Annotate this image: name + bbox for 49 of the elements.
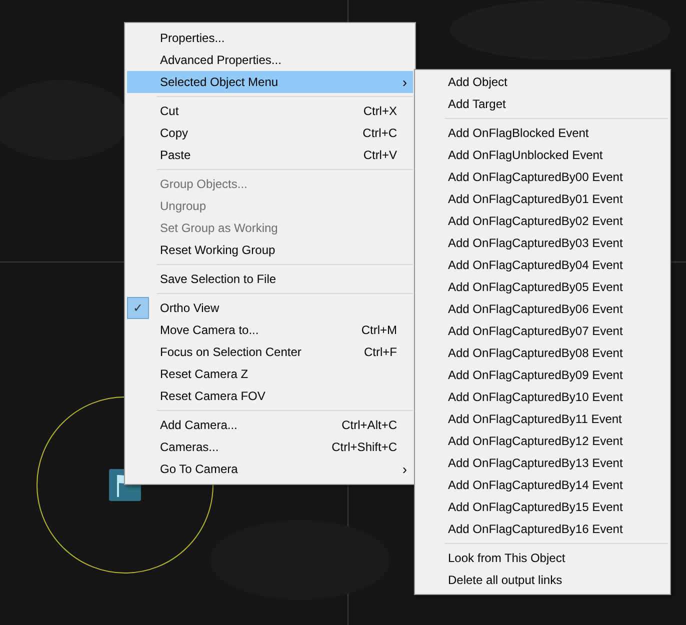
- menu-item[interactable]: Reset Camera FOV: [127, 385, 413, 407]
- menu-item[interactable]: Add OnFlagCapturedBy12 Event: [417, 430, 668, 452]
- menu-item[interactable]: Move Camera to... Ctrl+M: [127, 319, 413, 341]
- menu-item[interactable]: Cameras... Ctrl+Shift+C: [127, 436, 413, 458]
- menu-item[interactable]: Add OnFlagCapturedBy04 Event: [417, 254, 668, 276]
- menu-item[interactable]: Add OnFlagCapturedBy16 Event: [417, 518, 668, 540]
- menu-item[interactable]: Add OnFlagUnblocked Event: [417, 144, 668, 166]
- shortcut-text: Ctrl+X: [363, 104, 397, 118]
- menu-item[interactable]: Add OnFlagCapturedBy10 Event: [417, 386, 668, 408]
- menu-item[interactable]: Reset Working Group: [127, 239, 413, 261]
- menu-item[interactable]: Go To Camera ›: [127, 458, 413, 480]
- menu-item[interactable]: Add OnFlagCapturedBy11 Event: [417, 408, 668, 430]
- menu-item[interactable]: Add OnFlagCapturedBy05 Event: [417, 276, 668, 298]
- menu-item[interactable]: Add OnFlagCapturedBy15 Event: [417, 496, 668, 518]
- menu-item[interactable]: Delete all output links: [417, 569, 668, 591]
- menu-item[interactable]: Look from This Object: [417, 547, 668, 569]
- menu-item[interactable]: Add OnFlagCapturedBy01 Event: [417, 188, 668, 210]
- menu-item[interactable]: Cut Ctrl+X: [127, 100, 413, 122]
- menu-item[interactable]: Add OnFlagCapturedBy09 Event: [417, 364, 668, 386]
- shortcut-text: Ctrl+C: [362, 126, 397, 140]
- shortcut-text: Ctrl+Shift+C: [332, 440, 397, 454]
- menu-item[interactable]: Add OnFlagCapturedBy13 Event: [417, 452, 668, 474]
- menu-item[interactable]: Add OnFlagCapturedBy03 Event: [417, 232, 668, 254]
- menu-item[interactable]: Add Target: [417, 93, 668, 115]
- submenu-arrow-icon: ›: [402, 461, 407, 477]
- menu-item[interactable]: Reset Camera Z: [127, 363, 413, 385]
- menu-item[interactable]: Advanced Properties...: [127, 49, 413, 71]
- menu-item[interactable]: Paste Ctrl+V: [127, 144, 413, 166]
- menu-item[interactable]: Properties...: [127, 27, 413, 49]
- menu-item[interactable]: Add OnFlagCapturedBy06 Event: [417, 298, 668, 320]
- menu-item[interactable]: Add OnFlagCapturedBy07 Event: [417, 320, 668, 342]
- menu-item[interactable]: Add Object: [417, 71, 668, 93]
- menu-item[interactable]: Add OnFlagBlocked Event: [417, 122, 668, 144]
- menu-item[interactable]: Add OnFlagCapturedBy02 Event: [417, 210, 668, 232]
- menu-item[interactable]: Copy Ctrl+C: [127, 122, 413, 144]
- menu-item[interactable]: ✓ Ortho View: [127, 297, 413, 319]
- menu-item[interactable]: Save Selection to File: [127, 268, 413, 290]
- shortcut-text: Ctrl+Alt+C: [342, 418, 397, 432]
- menu-item[interactable]: Selected Object Menu ›: [127, 71, 413, 93]
- menu-item[interactable]: Add OnFlagCapturedBy08 Event: [417, 342, 668, 364]
- submenu-arrow-icon: ›: [402, 74, 407, 90]
- menu-item[interactable]: Add OnFlagCapturedBy00 Event: [417, 166, 668, 188]
- shortcut-text: Ctrl+V: [363, 148, 397, 162]
- check-icon: ✓: [127, 297, 149, 319]
- menu-item[interactable]: Add OnFlagCapturedBy14 Event: [417, 474, 668, 496]
- shortcut-text: Ctrl+F: [364, 345, 397, 359]
- shortcut-text: Ctrl+M: [361, 323, 397, 337]
- menu-item[interactable]: Add Camera... Ctrl+Alt+C: [127, 414, 413, 436]
- menu-item[interactable]: Focus on Selection Center Ctrl+F: [127, 341, 413, 363]
